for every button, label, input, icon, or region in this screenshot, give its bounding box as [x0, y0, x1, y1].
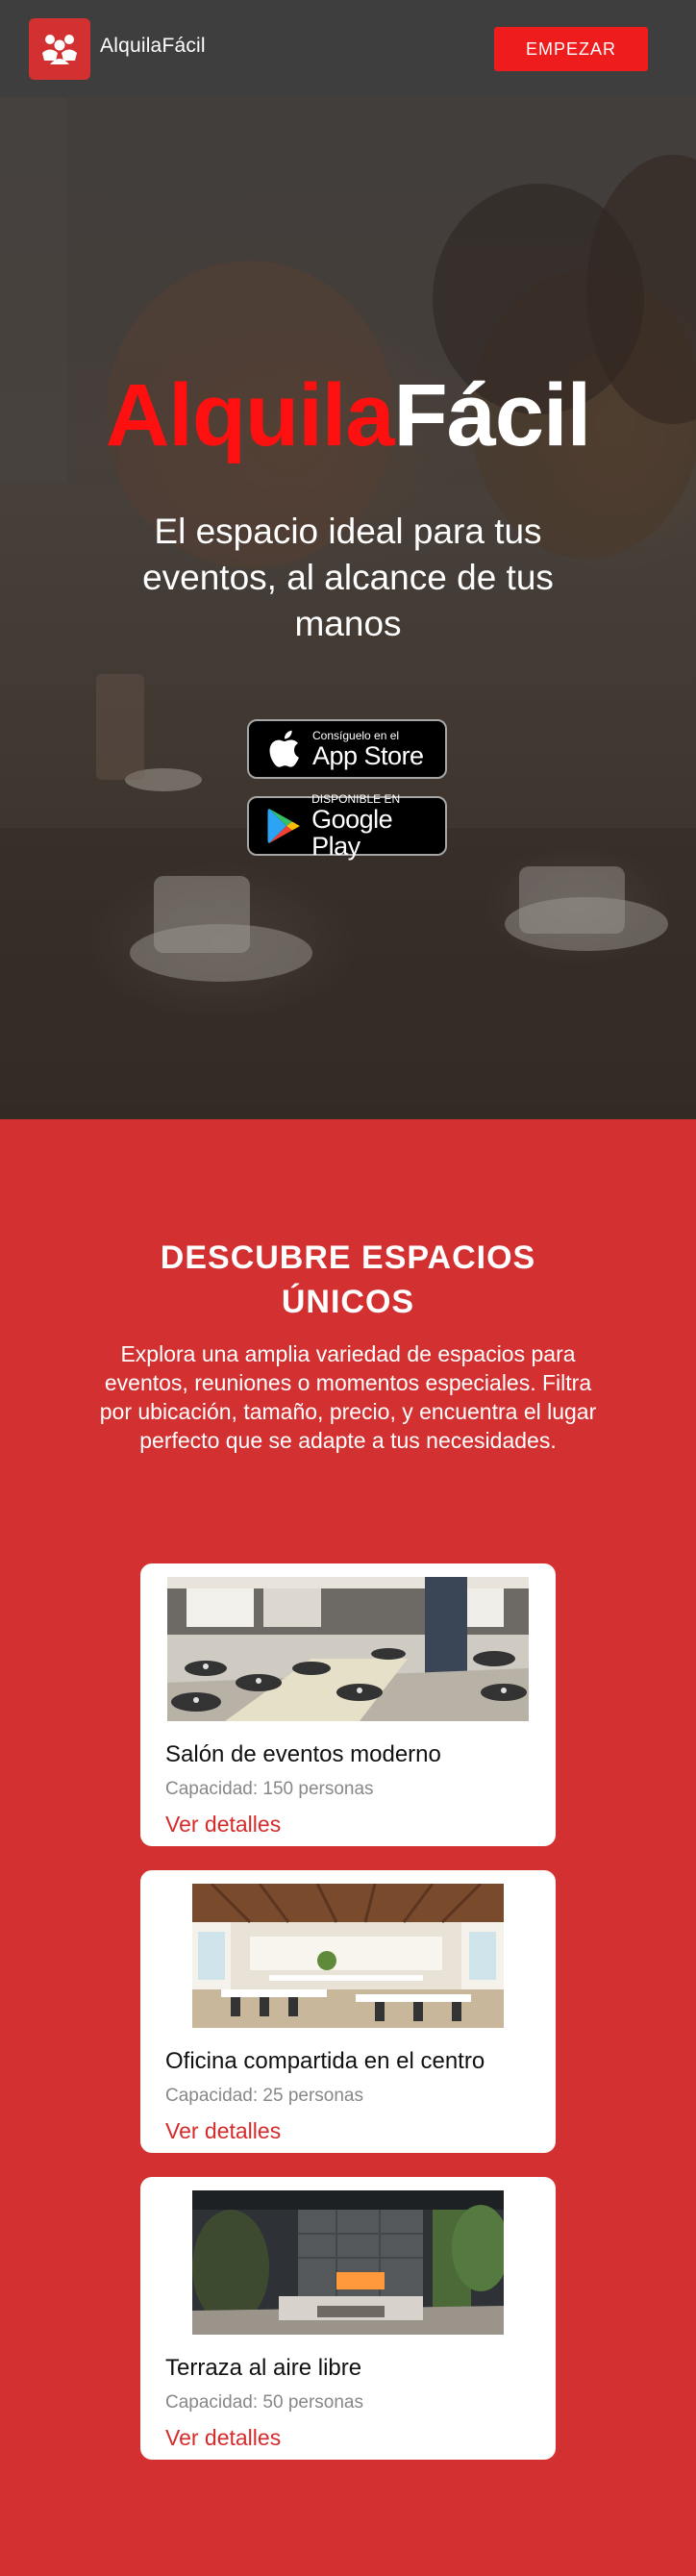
app-store-button[interactable]: Consíguelo en el App Store — [247, 719, 447, 779]
space-capacity: Capacidad: 50 personas — [165, 2392, 363, 2413]
space-image — [192, 1884, 504, 2028]
space-name: Oficina compartida en el centro — [165, 2048, 485, 2074]
hero-subtitle: El espacio ideal para tus eventos, al al… — [142, 512, 554, 643]
hero-title-part1: Alquila — [105, 366, 395, 464]
space-card[interactable]: Terraza al aire libre Capacidad: 50 pers… — [140, 2177, 556, 2460]
hero-section: AlquilaFácil El espacio ideal para tus e… — [0, 97, 696, 1119]
brand-logo[interactable] — [29, 18, 90, 80]
hero-title: AlquilaFácil — [0, 371, 696, 460]
view-details-link[interactable]: Ver detalles — [165, 1812, 281, 1838]
brand-name[interactable]: AlquilaFácil — [100, 35, 206, 58]
space-name: Salón de eventos moderno — [165, 1741, 441, 1767]
navbar: AlquilaFácil EMPEZAR — [0, 0, 696, 97]
space-image — [167, 1577, 529, 1721]
view-details-link[interactable]: Ver detalles — [165, 2118, 281, 2144]
app-store-big-text: App Store — [312, 741, 424, 770]
view-details-link[interactable]: Ver detalles — [165, 2425, 281, 2451]
space-capacity: Capacidad: 150 personas — [165, 1779, 374, 1799]
space-capacity: Capacidad: 25 personas — [165, 2086, 363, 2106]
google-play-big-text: Google Play — [311, 805, 393, 861]
google-play-icon — [267, 809, 300, 843]
google-play-small-text: DISPONIBLE EN — [311, 792, 401, 806]
space-card[interactable]: Oficina compartida en el centro Capacida… — [140, 1870, 556, 2153]
people-group-icon — [42, 35, 77, 64]
hero-title-part2: Fácil — [393, 366, 592, 464]
space-card[interactable]: Salón de eventos moderno Capacidad: 150 … — [140, 1563, 556, 1846]
section-description: Explora una amplia variedad de espacios … — [99, 1341, 597, 1453]
apple-icon — [269, 730, 299, 767]
start-button[interactable]: EMPEZAR — [494, 27, 648, 71]
google-play-button[interactable]: DISPONIBLE EN Google Play — [247, 792, 447, 860]
space-name: Terraza al aire libre — [165, 2355, 362, 2381]
space-image — [192, 2190, 504, 2335]
app-store-small-text: Consíguelo en el — [312, 729, 400, 742]
section-title: DESCUBRE ESPACIOS ÚNICOS — [160, 1239, 536, 1320]
